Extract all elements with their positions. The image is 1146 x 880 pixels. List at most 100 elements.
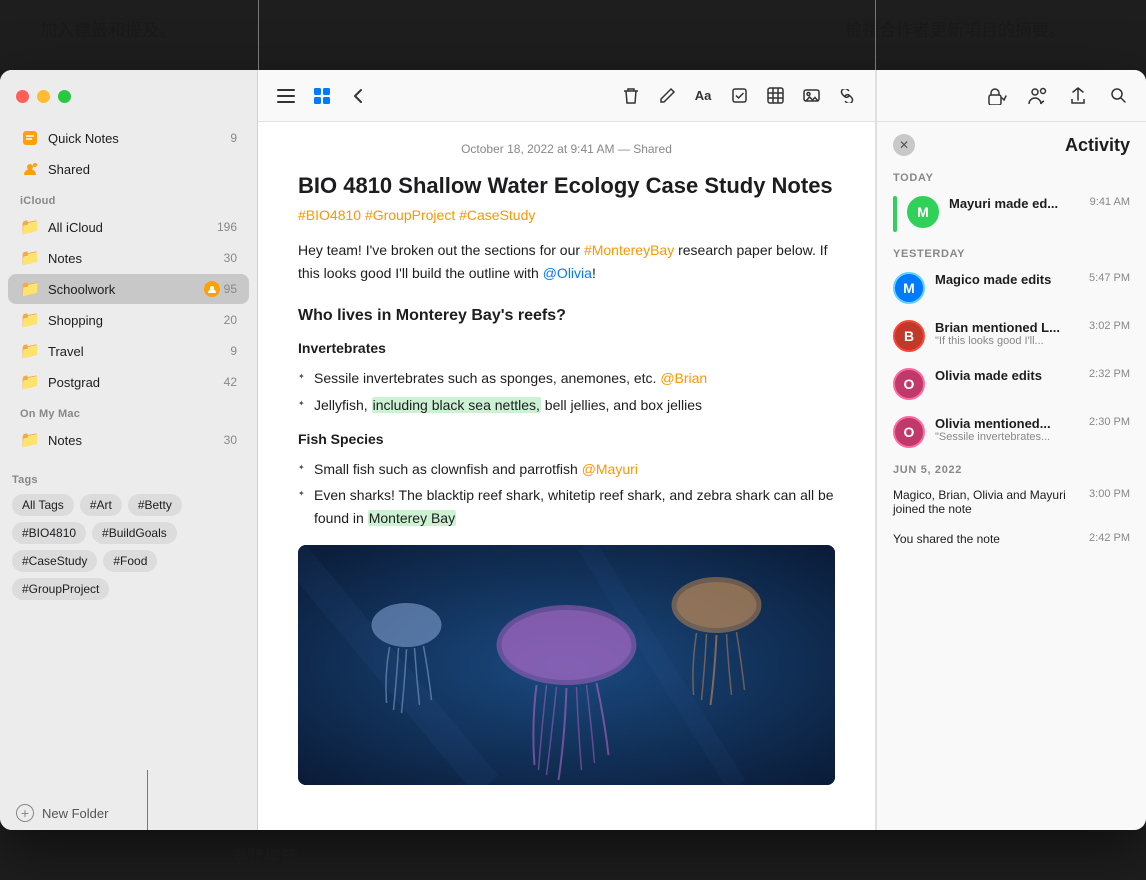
- tag-food[interactable]: #Food: [103, 550, 157, 572]
- all-icloud-icon: 📁: [20, 217, 40, 237]
- shared-icon: [20, 159, 40, 179]
- link-button[interactable]: [831, 80, 863, 112]
- bullet-item-4: Even sharks! The blacktip reef shark, wh…: [298, 484, 835, 529]
- activity-item-brian[interactable]: B Brian mentioned L... "If this looks go…: [877, 312, 1146, 360]
- activity-content: TODAY M Mayuri made ed... 9:41 AM YESTER…: [877, 164, 1146, 830]
- tag-casestudy[interactable]: #CaseStudy: [12, 550, 97, 572]
- list-view-button[interactable]: [270, 80, 302, 112]
- tags-section: Tags All Tags #Art #Betty #BIO4810 #Buil…: [0, 456, 257, 608]
- new-folder-button[interactable]: + New Folder: [0, 796, 257, 830]
- shared-name: You shared the note: [893, 532, 1079, 546]
- tag-betty[interactable]: #Betty: [128, 494, 182, 516]
- notes-mac-icon: 📁: [20, 430, 40, 450]
- back-button[interactable]: [342, 80, 374, 112]
- titlebar: [0, 70, 257, 122]
- travel-label: Travel: [48, 344, 230, 359]
- minimize-button[interactable]: [37, 90, 50, 103]
- brian-name: Brian mentioned L...: [935, 320, 1079, 335]
- bullet-item-3: Small fish such as clownfish and parrotf…: [298, 458, 835, 480]
- sidebar-item-all-icloud[interactable]: 📁 All iCloud 196: [8, 212, 249, 242]
- activity-item-shared: You shared the note 2:42 PM: [877, 524, 1146, 554]
- activity-close-button[interactable]: ✕: [893, 134, 915, 156]
- grid-view-button[interactable]: [306, 80, 338, 112]
- sidebar-item-travel[interactable]: 📁 Travel 9: [8, 336, 249, 366]
- schoolwork-label: Schoolwork: [48, 282, 204, 297]
- shopping-label: Shopping: [48, 313, 224, 328]
- search-button[interactable]: [1102, 80, 1134, 112]
- delete-button[interactable]: [615, 80, 647, 112]
- notes-icloud-count: 30: [224, 251, 237, 265]
- sidebar-item-postgrad[interactable]: 📁 Postgrad 42: [8, 367, 249, 397]
- notes-mac-label: Notes: [48, 433, 224, 448]
- fullscreen-button[interactable]: [58, 90, 71, 103]
- collaborators-button[interactable]: [1022, 80, 1054, 112]
- sidebar-item-shared[interactable]: Shared: [8, 154, 249, 184]
- sidebar-item-notes-icloud[interactable]: 📁 Notes 30: [8, 243, 249, 273]
- activity-item-olivia-edits[interactable]: O Olivia made edits 2:32 PM: [877, 360, 1146, 408]
- brian-preview: "If this looks good I'll...: [935, 335, 1079, 347]
- tag-all-tags[interactable]: All Tags: [12, 494, 74, 516]
- activity-item-joined: Magico, Brian, Olivia and Mayuri joined …: [877, 480, 1146, 524]
- new-folder-plus-icon: +: [16, 804, 34, 822]
- sidebar: Quick Notes 9 Shared iCloud 📁 All iCl: [0, 70, 258, 830]
- today-label: TODAY: [877, 164, 1146, 188]
- table-button[interactable]: [759, 80, 791, 112]
- share-button[interactable]: [1062, 80, 1094, 112]
- app-window: Quick Notes 9 Shared iCloud 📁 All iCl: [0, 70, 1146, 830]
- note-content-area[interactable]: October 18, 2022 at 9:41 AM — Shared BIO…: [258, 122, 875, 830]
- olivia-mention[interactable]: @Olivia: [543, 265, 592, 281]
- sidebar-content: Quick Notes 9 Shared iCloud 📁 All iCl: [0, 122, 257, 796]
- sidebar-item-quick-notes[interactable]: Quick Notes 9: [8, 123, 249, 153]
- joined-text: Magico, Brian, Olivia and Mayuri joined …: [893, 488, 1079, 516]
- fish-list: Small fish such as clownfish and parrotf…: [298, 458, 835, 529]
- format-button[interactable]: Aa: [687, 80, 719, 112]
- activity-header: ✕ Activity: [877, 122, 1146, 164]
- note-toolbar: Aa: [258, 70, 875, 122]
- brian-text: Brian mentioned L... "If this looks good…: [935, 320, 1079, 347]
- brian-mention[interactable]: @Brian: [660, 370, 707, 386]
- joined-time: 3:00 PM: [1089, 488, 1130, 500]
- lock-button[interactable]: [982, 80, 1014, 112]
- note-hashtags: #BIO4810 #GroupProject #CaseStudy: [298, 207, 835, 223]
- shopping-count: 20: [224, 313, 237, 327]
- olivia-edits-name: Olivia made edits: [935, 368, 1079, 383]
- jellyfish-visual: [298, 545, 835, 785]
- tag-art[interactable]: #Art: [80, 494, 122, 516]
- schoolwork-icon: 📁: [20, 279, 40, 299]
- mayuri-mention[interactable]: @Mayuri: [582, 461, 638, 477]
- tag-buildgoals[interactable]: #BuildGoals: [92, 522, 177, 544]
- yesterday-label: YESTERDAY: [877, 240, 1146, 264]
- mayuri-today-time: 9:41 AM: [1090, 196, 1130, 208]
- traffic-lights: [16, 90, 71, 103]
- activity-item-magico[interactable]: M Magico made edits 5:47 PM: [877, 264, 1146, 312]
- joined-names: Magico, Brian, Olivia and Mayuri joined …: [893, 488, 1079, 516]
- fish-subtitle: Fish Species: [298, 428, 835, 452]
- olivia-mention-text: Olivia mentioned... "Sessile invertebrat…: [935, 416, 1079, 443]
- on-my-mac-group-label: On My Mac: [0, 398, 257, 424]
- new-folder-label: New Folder: [42, 806, 108, 821]
- icloud-group-label: iCloud: [0, 185, 257, 211]
- compose-button[interactable]: [651, 80, 683, 112]
- checklist-button[interactable]: [723, 80, 755, 112]
- activity-item-mayuri-today[interactable]: M Mayuri made ed... 9:41 AM: [877, 188, 1146, 240]
- quick-notes-count: 9: [230, 131, 237, 145]
- sidebar-item-shopping[interactable]: 📁 Shopping 20: [8, 305, 249, 335]
- activity-panel: ✕ Activity TODAY M Mayuri made ed... 9:4…: [876, 70, 1146, 830]
- media-button[interactable]: [795, 80, 827, 112]
- olivia-edits-time: 2:32 PM: [1089, 368, 1130, 380]
- monterey-bay-link[interactable]: #MontereyBay: [584, 242, 674, 258]
- tag-bio4810[interactable]: #BIO4810: [12, 522, 86, 544]
- jun-label: JUN 5, 2022: [877, 456, 1146, 480]
- activity-item-olivia-mention[interactable]: O Olivia mentioned... "Sessile invertebr…: [877, 408, 1146, 456]
- sidebar-item-schoolwork[interactable]: 📁 Schoolwork 95: [8, 274, 249, 304]
- shopping-icon: 📁: [20, 310, 40, 330]
- tags-container: All Tags #Art #Betty #BIO4810 #BuildGoal…: [12, 494, 245, 600]
- postgrad-label: Postgrad: [48, 375, 224, 390]
- bottom-annotation: 瀏覽標籤。: [230, 843, 315, 868]
- jellyfish-image: [298, 545, 835, 785]
- close-button[interactable]: [16, 90, 29, 103]
- shared-label: Shared: [48, 162, 237, 177]
- olivia-mention-avatar: O: [893, 416, 925, 448]
- sidebar-item-notes-mac[interactable]: 📁 Notes 30: [8, 425, 249, 455]
- tag-groupproject[interactable]: #GroupProject: [12, 578, 109, 600]
